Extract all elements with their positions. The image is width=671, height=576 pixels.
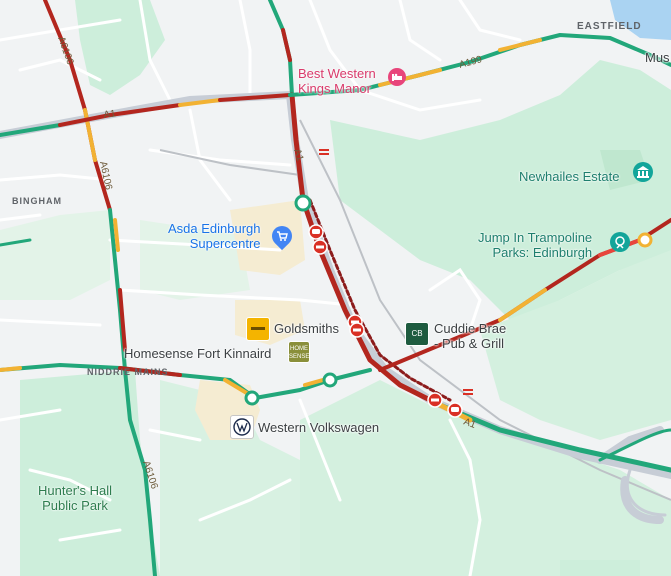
poi-asda-edinburgh[interactable]: Asda Edinburgh Supercentre [168,221,261,251]
poi-hunters-hall-park[interactable]: Hunter's Hall Public Park [38,483,112,513]
hotel-icon[interactable] [388,68,406,86]
no-entry-icon [312,239,328,255]
museum-icon[interactable] [633,162,653,182]
poi-newhailes-estate[interactable]: Newhailes Estate [519,169,619,184]
poi-cuddie-brae[interactable]: Cuddie Brae - Pub & Grill [434,321,506,351]
poi-western-volkswagen[interactable]: Western Volkswagen [258,420,379,435]
crash-icon [447,402,463,418]
goldsmiths-logo-icon[interactable] [246,317,270,341]
amusement-park-icon[interactable] [610,232,630,252]
cuddie-brae-logo-icon[interactable]: CB [405,322,429,346]
no-entry-icon [349,322,365,338]
poi-homesense-fort-kinnaird[interactable]: Homesense Fort Kinnaird [124,346,271,361]
poi-best-western[interactable]: Best Western Kings Manor [298,66,376,96]
area-label-bingham: BINGHAM [12,196,62,206]
area-label-niddrie-mains: NIDDRIE MAINS [87,367,169,377]
no-entry-icon [427,392,443,408]
crash-icon [308,224,324,240]
homesense-logo-icon[interactable]: HOME SENSE [288,341,310,363]
area-label-mus: Mus [645,50,670,65]
homesense-logo-text: HOME SENSE [289,346,310,360]
shopping-cart-icon[interactable] [267,221,297,251]
poi-jump-in-trampoline[interactable]: Jump In Trampoline Parks: Edinburgh [478,230,592,260]
cuddie-brae-logo-text: CB [411,329,423,338]
poi-goldsmiths[interactable]: Goldsmiths [274,321,339,336]
area-label-eastfield: EASTFIELD [577,21,642,32]
volkswagen-logo-icon[interactable] [230,415,254,439]
road-label-a1-left: A1 [103,108,117,121]
